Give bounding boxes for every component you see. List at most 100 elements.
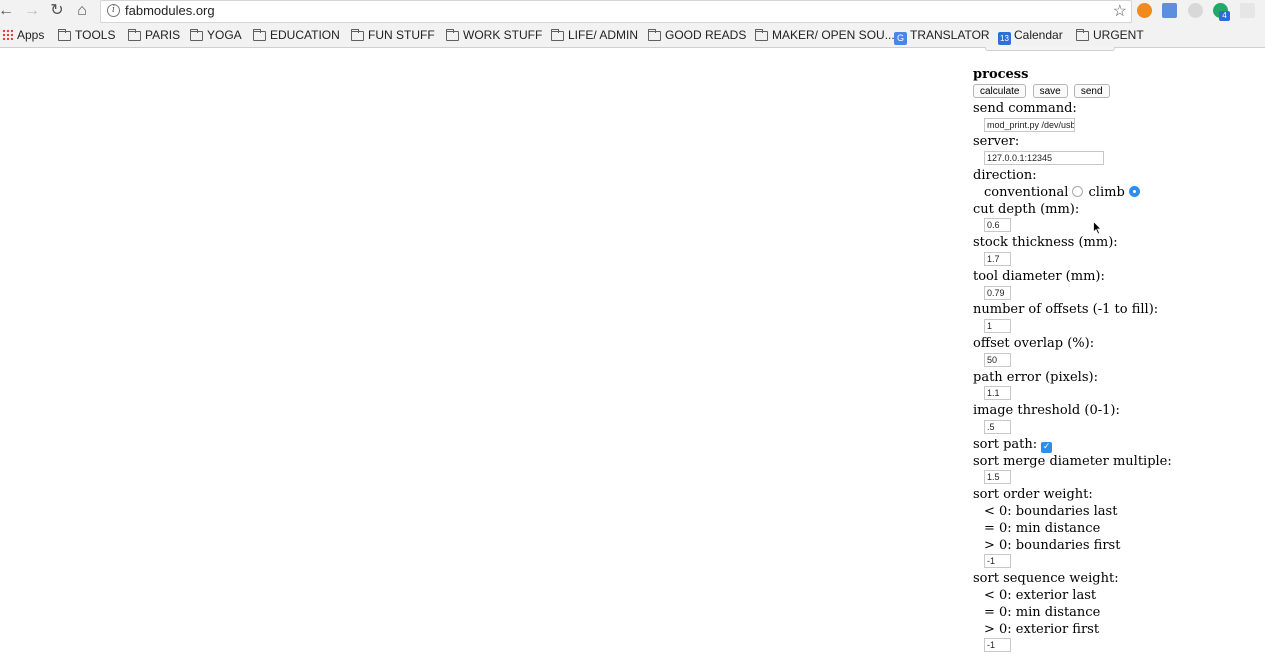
bookmark-label: MAKER/ OPEN SOU... xyxy=(772,28,895,42)
bookmark-label: FUN STUFF xyxy=(368,28,435,42)
bookmark-folder-work-stuff[interactable]: WORK STUFF xyxy=(446,28,542,44)
bookmark-folder-life-admin[interactable]: LIFE/ ADMIN xyxy=(551,28,638,44)
scrolled-off-control xyxy=(985,47,1115,51)
direction-options: conventional climb xyxy=(973,185,1263,202)
stock-thickness-input[interactable]: 1.7 xyxy=(984,251,1011,266)
bookmark-folder-yoga[interactable]: YOGA xyxy=(190,28,242,44)
sort-order-hint-lt: < 0: boundaries last xyxy=(984,503,1118,519)
folder-icon xyxy=(446,29,459,41)
save-button[interactable]: save xyxy=(1032,84,1068,98)
tool-diameter-input[interactable]: 0.79 xyxy=(984,285,1011,300)
process-buttons: calculate save send xyxy=(973,84,1263,101)
sort-order-label: sort order weight: xyxy=(973,487,1093,503)
bookmark-folder-good-reads[interactable]: GOOD READS xyxy=(648,28,746,44)
direction-conventional-label: conventional xyxy=(984,184,1069,200)
folder-icon xyxy=(551,29,564,41)
send-button[interactable]: send xyxy=(1073,84,1110,98)
extension-cast-icon[interactable] xyxy=(1240,3,1255,18)
home-icon[interactable]: ⌂ xyxy=(72,1,92,21)
extension-fire-icon[interactable] xyxy=(1137,3,1152,18)
stock-thickness-label: stock thickness (mm): xyxy=(973,235,1118,251)
sort-order-hint-gt: > 0: boundaries first xyxy=(984,537,1121,553)
number-of-offsets-label: number of offsets (-1 to fill): xyxy=(973,302,1159,318)
offset-overlap-input[interactable]: 50 xyxy=(984,352,1011,367)
sort-order-hint-eq: = 0: min distance xyxy=(984,520,1101,536)
translate-icon: G xyxy=(894,32,907,45)
process-title: process xyxy=(973,67,1029,82)
bookmark-label: Apps xyxy=(17,28,45,42)
apps-grid-icon xyxy=(2,29,13,40)
direction-conventional-radio[interactable] xyxy=(1072,185,1084,197)
bookmark-label: TRANSLATOR xyxy=(910,28,990,42)
bookmark-label: YOGA xyxy=(207,28,242,42)
bookmark-folder-paris[interactable]: PARIS xyxy=(128,28,180,44)
process-panel: process calculate save send send command… xyxy=(973,66,1263,655)
extension-grey-icon[interactable] xyxy=(1188,3,1203,18)
server-label: server: xyxy=(973,134,1020,150)
reload-icon[interactable]: ↻ xyxy=(47,1,67,21)
bookmark-label: WORK STUFF xyxy=(463,28,543,42)
send-command-label: send command: xyxy=(973,100,1077,116)
sort-sequence-label: sort sequence weight: xyxy=(973,571,1119,587)
direction-label: direction: xyxy=(973,167,1037,183)
bookmarks-bar: Apps TOOLS PARIS YOGA EDUCATION FUN STUF… xyxy=(0,23,1265,48)
back-arrow-icon[interactable]: ← xyxy=(0,1,16,21)
image-threshold-label: image threshold (0-1): xyxy=(973,403,1120,419)
bookmark-folder-tools[interactable]: TOOLS xyxy=(58,28,115,44)
bookmark-folder-urgent[interactable]: URGENT xyxy=(1076,28,1144,44)
bookmark-folder-fun-stuff[interactable]: FUN STUFF xyxy=(351,28,435,44)
bookmark-label: EDUCATION xyxy=(270,28,340,42)
bookmark-apps[interactable]: Apps xyxy=(2,28,44,44)
bookmark-label: URGENT xyxy=(1093,28,1144,42)
site-info-icon[interactable]: i xyxy=(107,4,120,17)
bookmark-label: TOOLS xyxy=(75,28,116,42)
bookmark-folder-maker[interactable]: MAKER/ OPEN SOU... xyxy=(755,28,895,44)
number-of-offsets-input[interactable]: 1 xyxy=(984,319,1011,334)
folder-icon xyxy=(755,29,768,41)
bookmark-folder-education[interactable]: EDUCATION xyxy=(253,28,340,44)
cut-depth-input[interactable]: 0.6 xyxy=(984,218,1011,233)
address-bar[interactable]: i fabmodules.org ☆ xyxy=(100,0,1132,23)
send-command-input[interactable]: mod_print.py /dev/usb/lp0 xyxy=(984,117,1075,132)
sort-order-input[interactable]: -1 xyxy=(984,554,1011,569)
folder-icon xyxy=(253,29,266,41)
browser-toolbar: ← → ↻ ⌂ i fabmodules.org ☆ 4 xyxy=(0,0,1265,23)
sort-sequence-hint-eq: = 0: min distance xyxy=(984,604,1101,620)
sort-sequence-hint-lt: < 0: exterior last xyxy=(984,587,1097,603)
bookmark-star-icon[interactable]: ☆ xyxy=(1113,1,1127,21)
sort-path-checkbox[interactable]: ✓ xyxy=(1041,441,1053,453)
address-bar-url: fabmodules.org xyxy=(125,3,215,18)
bookmark-label: GOOD READS xyxy=(665,28,747,42)
sort-merge-input[interactable]: 1.5 xyxy=(984,470,1011,485)
calendar-icon: 13 xyxy=(998,32,1011,45)
folder-icon xyxy=(648,29,661,41)
forward-arrow-icon[interactable]: → xyxy=(22,1,42,21)
sort-merge-label: sort merge diameter multiple: xyxy=(973,453,1172,469)
server-input[interactable]: 127.0.0.1:12345 xyxy=(984,151,1104,166)
cut-depth-label: cut depth (mm): xyxy=(973,201,1080,217)
sort-path-row: sort path: ✓ xyxy=(973,437,1263,454)
image-threshold-input[interactable]: .5 xyxy=(984,419,1011,434)
sort-sequence-hint-gt: > 0: exterior first xyxy=(984,621,1100,637)
path-error-input[interactable]: 1.1 xyxy=(984,386,1011,401)
extension-translate-icon[interactable] xyxy=(1162,3,1177,18)
direction-climb-label: climb xyxy=(1088,184,1125,200)
bookmark-translator[interactable]: G TRANSLATOR xyxy=(894,28,990,45)
direction-climb-radio[interactable] xyxy=(1128,185,1140,197)
tool-diameter-label: tool diameter (mm): xyxy=(973,268,1105,284)
folder-icon xyxy=(58,29,71,41)
path-error-label: path error (pixels): xyxy=(973,369,1098,385)
folder-icon xyxy=(351,29,364,41)
mouse-cursor-icon xyxy=(1093,221,1102,235)
sort-sequence-input[interactable]: -1 xyxy=(984,638,1011,653)
calculate-button[interactable]: calculate xyxy=(973,84,1027,98)
bookmark-label: Calendar xyxy=(1014,28,1063,42)
bookmark-label: LIFE/ ADMIN xyxy=(568,28,639,42)
sort-path-label: sort path: xyxy=(973,436,1038,452)
offset-overlap-label: offset overlap (%): xyxy=(973,335,1095,351)
extension-badge: 4 xyxy=(1219,11,1230,21)
folder-icon xyxy=(190,29,203,41)
folder-icon xyxy=(128,29,141,41)
bookmark-calendar[interactable]: 13 Calendar xyxy=(998,28,1063,45)
folder-icon xyxy=(1076,29,1089,41)
